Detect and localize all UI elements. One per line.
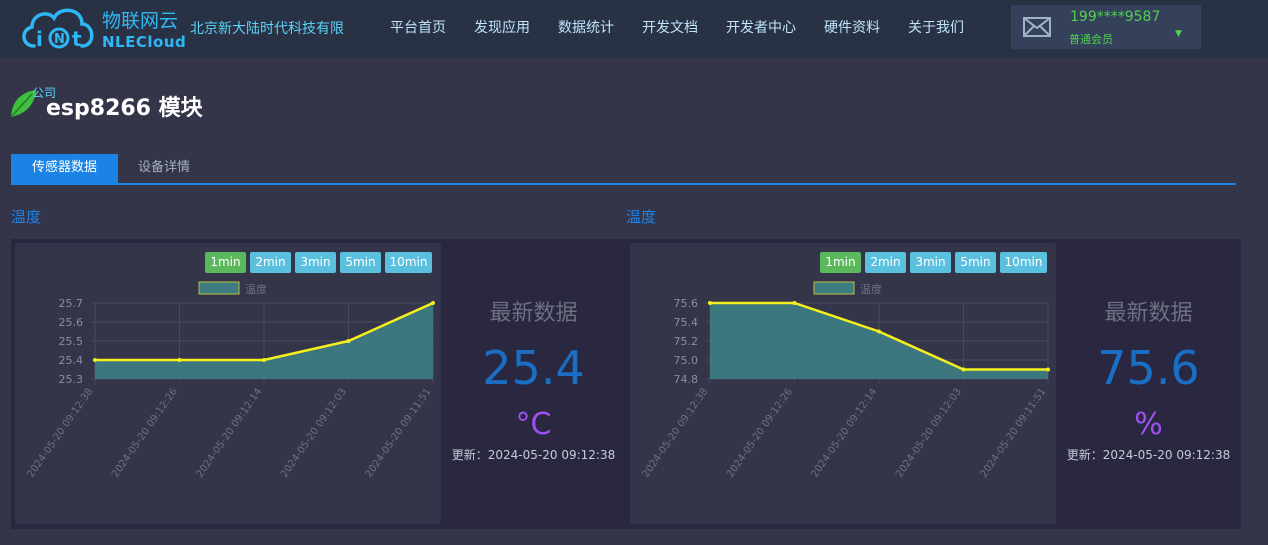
top-header: i N t 物联网云 NLECloud 北京新大陆时代科技有限 平台首页 发现应… xyxy=(0,0,1268,58)
nav-about[interactable]: 关于我们 xyxy=(894,0,978,58)
tab-device-details[interactable]: 设备详情 xyxy=(118,154,190,183)
main-nav: 平台首页 发现应用 数据统计 开发文档 开发者中心 硬件资料 关于我们 xyxy=(376,0,978,58)
x-tick-label: 2024-05-20 09:11:51 xyxy=(364,386,434,479)
caret-down-icon[interactable]: ▼ xyxy=(1175,29,1182,39)
nav-home[interactable]: 平台首页 xyxy=(376,0,460,58)
latest-unit: °C xyxy=(515,407,552,442)
sensor-panel-temperature: 1min 2min 3min 5min 10min 25.3 25.4 25.5 25… xyxy=(11,239,626,529)
svg-text:t: t xyxy=(72,27,82,51)
sensor-chart: 25.325.425.525.625.72024-05-20 09:12:38 2… xyxy=(26,281,435,480)
latest-value: 25.4 xyxy=(482,341,585,395)
legend-swatch xyxy=(198,281,240,295)
svg-text:i: i xyxy=(36,27,43,51)
data-point xyxy=(961,367,966,372)
data-point xyxy=(877,329,881,334)
y-tick-label: 25.3 xyxy=(59,373,84,386)
page-title: esp8266 模块 xyxy=(46,96,203,121)
data-point xyxy=(708,301,712,305)
data-point xyxy=(792,301,797,305)
data-point xyxy=(1046,367,1050,372)
sensor-chart: 74.875.075.275.475.62024-05-20 09:12:38 2… xyxy=(641,281,1050,480)
cloud-logo-icon[interactable]: i N t xyxy=(20,2,98,54)
nav-docs[interactable]: 开发文档 xyxy=(628,0,712,58)
chart-card: 1min 2min 3min 5min 10min 25.3 25.4 25.5 25… xyxy=(15,243,441,524)
svg-text:N: N xyxy=(54,32,65,47)
user-phone: 199****9587 xyxy=(1070,9,1161,25)
logo-cn-text[interactable]: 物联网云 xyxy=(102,6,178,33)
latest-data-label: 最新数据 xyxy=(1104,301,1193,326)
data-point xyxy=(346,339,351,343)
latest-unit: % xyxy=(1134,407,1163,442)
y-tick-label: 25.6 xyxy=(59,316,84,329)
user-menu[interactable]: 199****9587 普通会员 ▼ xyxy=(1011,5,1201,49)
x-tick-label: 2024-05-20 09:11:51 xyxy=(979,386,1049,479)
x-tick-label: 2024-05-20 09:12:03 xyxy=(279,386,349,479)
mail-icon[interactable] xyxy=(1023,17,1051,37)
data-point xyxy=(262,358,266,362)
sensor-title-temperature: 温度 xyxy=(11,208,42,226)
data-point xyxy=(93,358,97,362)
x-tick-label: 2024-05-20 09:12:26 xyxy=(110,386,180,479)
latest-data-block: 最新数据 25.4 °C 更新：2024-05-20 09:12:38 xyxy=(441,239,626,529)
nav-hardware[interactable]: 硬件资料 xyxy=(810,0,894,58)
x-tick-label: 2024-05-20 09:12:38 xyxy=(26,386,96,479)
latest-data-label: 最新数据 xyxy=(489,301,578,326)
y-tick-label: 75.2 xyxy=(674,335,699,348)
legend-label: 温度 xyxy=(860,282,882,296)
x-tick-label: 2024-05-20 09:12:03 xyxy=(894,386,964,479)
y-tick-label: 25.7 xyxy=(59,297,84,310)
company-name: 北京新大陆时代科技有限 xyxy=(190,21,344,37)
x-tick-label: 2024-05-20 09:12:14 xyxy=(810,386,880,479)
latest-update-time: 更新：2024-05-20 09:12:38 xyxy=(1066,448,1231,462)
nav-developer-center[interactable]: 开发者中心 xyxy=(712,0,810,58)
legend-swatch xyxy=(813,281,855,295)
latest-data-block: 最新数据 75.6 % 更新：2024-05-20 09:12:38 xyxy=(1056,239,1241,529)
latest-update-time: 更新：2024-05-20 09:12:38 xyxy=(451,448,616,462)
x-tick-label: 2024-05-20 09:12:38 xyxy=(641,386,711,479)
tabs-underline xyxy=(11,183,1236,185)
y-tick-label: 25.4 xyxy=(59,354,84,367)
sensor-title-humidity: 温度 xyxy=(626,208,657,226)
sensor-panel-humidity: 1min 2min 3min 5min 10min 74.8 75.0 75.2 75… xyxy=(626,239,1241,529)
nav-discover-apps[interactable]: 发现应用 xyxy=(460,0,544,58)
y-tick-label: 74.8 xyxy=(674,373,699,386)
tab-sensor-data[interactable]: 传感器数据 xyxy=(11,154,118,183)
user-role: 普通会员 xyxy=(1069,33,1113,46)
y-tick-label: 75.4 xyxy=(674,316,699,329)
logo-en-text[interactable]: NLECloud xyxy=(102,33,186,51)
legend-label: 温度 xyxy=(245,282,267,296)
x-tick-label: 2024-05-20 09:12:14 xyxy=(195,386,265,479)
data-point xyxy=(431,301,435,305)
nav-statistics[interactable]: 数据统计 xyxy=(544,0,628,58)
latest-value: 75.6 xyxy=(1097,341,1200,395)
y-tick-label: 75.6 xyxy=(674,297,699,310)
y-tick-label: 25.5 xyxy=(59,335,84,348)
device-tabs: 传感器数据 设备详情 xyxy=(11,154,190,183)
x-tick-label: 2024-05-20 09:12:26 xyxy=(725,386,795,479)
y-tick-label: 75.0 xyxy=(674,354,699,367)
data-point xyxy=(177,358,182,362)
chart-card: 1min 2min 3min 5min 10min 74.8 75.0 75.2 75… xyxy=(630,243,1056,524)
